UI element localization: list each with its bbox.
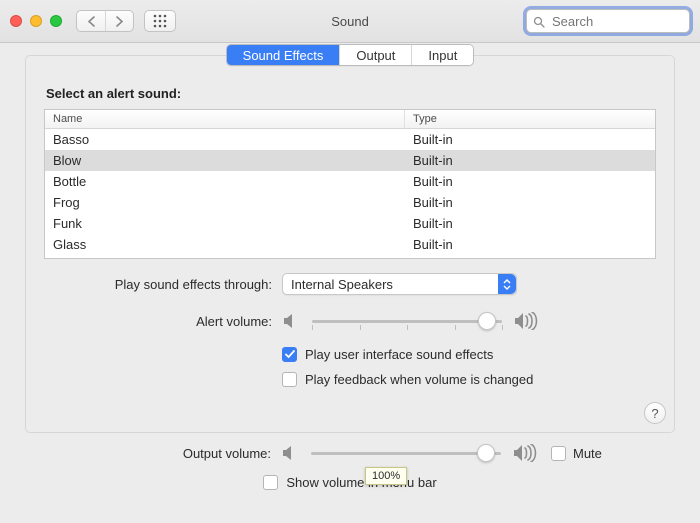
- grid-icon: [153, 14, 167, 28]
- tab-output[interactable]: Output: [339, 45, 411, 65]
- slider-thumb[interactable]: [477, 444, 495, 462]
- mute-checkbox[interactable]: [551, 446, 566, 461]
- minimize-window-button[interactable]: [30, 15, 42, 27]
- table-row[interactable]: BottleBuilt-in: [45, 171, 655, 192]
- output-volume-label: Output volume:: [43, 446, 281, 461]
- search-icon: [533, 14, 545, 29]
- table-row[interactable]: BlowBuilt-in: [45, 150, 655, 171]
- back-button[interactable]: [77, 11, 105, 31]
- menubar-label: Show volume in menu bar: [286, 475, 436, 490]
- alert-volume-row: Alert volume:: [44, 311, 656, 331]
- play-through-value: Internal Speakers: [291, 277, 393, 292]
- help-button[interactable]: ?: [644, 402, 666, 424]
- col-type[interactable]: Type: [405, 110, 655, 128]
- checkmark-icon: [285, 350, 295, 359]
- table-body: BassoBuilt-in BlowBuilt-in BottleBuilt-i…: [45, 129, 655, 255]
- slider-thumb[interactable]: [478, 312, 496, 330]
- mute-label: Mute: [573, 446, 602, 461]
- close-window-button[interactable]: [10, 15, 22, 27]
- volume-tooltip: 100%: [365, 467, 407, 485]
- output-volume-row: Output volume: Mute: [43, 443, 657, 463]
- speaker-high-icon: [514, 312, 540, 330]
- output-volume-slider[interactable]: [311, 443, 501, 463]
- tab-segmented-control: Sound Effects Output Input: [226, 44, 475, 66]
- inset-panel: Sound Effects Output Input Select an ale…: [25, 55, 675, 433]
- alert-volume-label: Alert volume:: [44, 314, 282, 329]
- table-row[interactable]: BassoBuilt-in: [45, 129, 655, 150]
- alert-volume-slider[interactable]: [312, 311, 502, 331]
- tab-row: Sound Effects Output Input: [44, 44, 656, 66]
- alert-sound-table: Name Type BassoBuilt-in BlowBuilt-in Bot…: [44, 109, 656, 259]
- chevron-left-icon: [87, 16, 96, 27]
- titlebar: Sound: [0, 0, 700, 43]
- speaker-low-icon: [281, 445, 299, 462]
- tab-input[interactable]: Input: [411, 45, 473, 65]
- checkbox-group: Play user interface sound effects Play f…: [282, 347, 656, 387]
- mute-row: Mute: [551, 446, 602, 461]
- speaker-low-icon: [282, 313, 300, 330]
- table-row[interactable]: FrogBuilt-in: [45, 192, 655, 213]
- show-all-prefs-button[interactable]: [144, 10, 176, 32]
- zoom-window-button[interactable]: [50, 15, 62, 27]
- play-through-label: Play sound effects through:: [44, 277, 282, 292]
- nav-back-forward: [76, 10, 134, 32]
- menubar-checkbox[interactable]: [263, 475, 278, 490]
- tab-sound-effects[interactable]: Sound Effects: [227, 45, 340, 65]
- feedback-label: Play feedback when volume is changed: [305, 372, 533, 387]
- main-pane: Sound Effects Output Input Select an ale…: [25, 55, 675, 513]
- footer: Output volume: Mute 100% Show volume in …: [25, 437, 675, 505]
- speaker-high-icon: [513, 444, 539, 462]
- table-header: Name Type: [45, 110, 655, 129]
- ui-sounds-label: Play user interface sound effects: [305, 347, 493, 362]
- chevron-right-icon: [115, 16, 124, 27]
- play-through-select[interactable]: Internal Speakers: [282, 273, 517, 295]
- feedback-row: Play feedback when volume is changed: [282, 372, 656, 387]
- ui-sounds-checkbox[interactable]: [282, 347, 297, 362]
- table-row[interactable]: GlassBuilt-in: [45, 234, 655, 255]
- search-field[interactable]: [526, 9, 690, 33]
- play-through-row: Play sound effects through: Internal Spe…: [44, 273, 656, 295]
- section-heading: Select an alert sound:: [46, 86, 656, 101]
- table-row[interactable]: FunkBuilt-in: [45, 213, 655, 234]
- select-stepper-icon: [498, 274, 516, 294]
- ui-sounds-row: Play user interface sound effects: [282, 347, 656, 362]
- forward-button[interactable]: [105, 11, 133, 31]
- feedback-checkbox[interactable]: [282, 372, 297, 387]
- menubar-row: Show volume in menu bar: [43, 475, 657, 490]
- window-controls: [10, 15, 62, 27]
- col-name[interactable]: Name: [45, 110, 405, 128]
- search-input[interactable]: [550, 13, 700, 30]
